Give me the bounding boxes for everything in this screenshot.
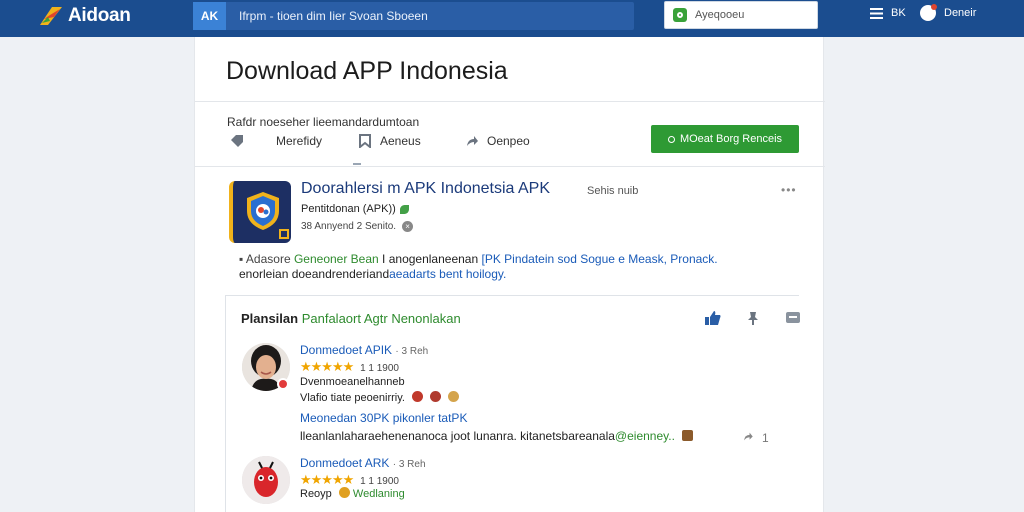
review-rating: ★★★★★ 1 1 1900 bbox=[300, 359, 399, 375]
review-text-body: lleanlanlaharaehenenanoca joot lunanra. … bbox=[300, 429, 615, 443]
reviewer-name[interactable]: Donmedoet ARK · 3 Reh bbox=[300, 456, 426, 470]
description-green[interactable]: Geneoner Bean bbox=[294, 252, 379, 266]
cherry-icon bbox=[430, 391, 442, 402]
avatar-icon bbox=[920, 4, 937, 21]
user-label: Deneir bbox=[944, 7, 977, 19]
review-text: lleanlanlaharaehenenanoca joot lunanra. … bbox=[300, 429, 694, 443]
tab-label: Aeneus bbox=[380, 134, 421, 148]
tab-oenpeo[interactable]: Oenpeo bbox=[465, 134, 530, 148]
close-icon[interactable]: × bbox=[402, 221, 414, 232]
tab-indicator bbox=[353, 163, 361, 165]
leaf-icon bbox=[399, 204, 409, 214]
menu-label: BK bbox=[891, 7, 906, 19]
share-action[interactable]: 1 bbox=[742, 431, 769, 445]
description-link[interactable]: [PK Pindatein sod Sogue e Meask, Pronack… bbox=[481, 252, 717, 266]
search-icon bbox=[673, 8, 687, 22]
chat-icon[interactable] bbox=[784, 310, 802, 326]
pin-icon[interactable] bbox=[744, 310, 762, 326]
reviews-heading: Plansilan Panfalaort Agtr Nenonlakan bbox=[241, 311, 461, 326]
more-options-icon[interactable]: ••• bbox=[781, 183, 797, 197]
nav-bar: AK Ifrpm - tioen dim Iier Svoan Sboeen bbox=[193, 2, 634, 30]
review-line: Vlafio tiate peoenirriy. bbox=[300, 391, 460, 404]
rating-text: 1 1 1900 bbox=[360, 363, 399, 374]
page-title: Download APP Indonesia bbox=[226, 57, 508, 85]
user-avatar-image bbox=[242, 456, 290, 504]
review-line: Reoyp Wedlaning bbox=[300, 487, 405, 500]
review-rating: ★★★★★ 1 1 1900 bbox=[300, 472, 399, 488]
description-label: ▪ Adasore bbox=[239, 252, 291, 266]
description-text: I anogenlaneenan bbox=[382, 252, 479, 266]
review-time: · 3 Reh bbox=[392, 459, 426, 470]
thumbs-up-icon[interactable] bbox=[704, 310, 722, 326]
app-meta-text: 38 Annyend 2 Senito. bbox=[301, 221, 397, 232]
review-line-text: Vlafio tiate peoenirriy. bbox=[300, 392, 405, 404]
tab-aeneus[interactable]: Aeneus bbox=[358, 134, 421, 148]
search-input[interactable] bbox=[695, 9, 805, 21]
reviews-title: Plansilan bbox=[241, 311, 299, 326]
review-line: Dvenmoeanelhanneb bbox=[300, 376, 405, 388]
logo[interactable]: Aidoan bbox=[38, 4, 131, 28]
app-subtitle: Pentitdonan (APK)) bbox=[301, 203, 409, 215]
tab-label: Merefidy bbox=[276, 134, 323, 148]
reviews-subtitle[interactable]: Panfalaort Agtr Nenonlakan bbox=[302, 311, 461, 326]
bookmark-icon bbox=[359, 134, 371, 148]
tab-merefidy[interactable]: Merefidy bbox=[230, 134, 322, 148]
cherry-icon bbox=[412, 391, 424, 402]
logo-icon bbox=[40, 7, 62, 25]
shield-icon bbox=[247, 192, 279, 230]
rating-text: 1 1 1900 bbox=[360, 476, 399, 487]
face-icon bbox=[448, 391, 460, 402]
app-subtitle-text: Pentitdonan (APK)) bbox=[301, 203, 396, 215]
app-icon-corner bbox=[279, 229, 289, 239]
divider bbox=[195, 101, 825, 102]
page-subtitle: Rafdr noeseher lieemandardumtoan bbox=[227, 115, 420, 129]
apk-nav-chip[interactable]: AK bbox=[193, 2, 226, 30]
tab-label: Oenpeo bbox=[487, 134, 530, 148]
reviews-panel: Plansilan Panfalaort Agtr Nenonlakan Don… bbox=[225, 295, 802, 512]
menu-icon bbox=[870, 7, 883, 19]
logo-text: Aidoan bbox=[68, 5, 131, 26]
notification-badge bbox=[277, 378, 289, 390]
face-icon bbox=[682, 430, 694, 441]
reviewer-name-text: Donmedoet ARK bbox=[300, 456, 390, 470]
flower-icon bbox=[338, 487, 350, 498]
tag-icon bbox=[231, 135, 243, 147]
reviewer-name-text: Donmedoet APIK bbox=[300, 343, 393, 357]
avatar[interactable] bbox=[242, 456, 290, 504]
share-icon bbox=[467, 136, 478, 146]
description-text: enorleian doeandrenderiand bbox=[239, 267, 390, 281]
top-bar: Aidoan AK Ifrpm - tioen dim Iier Svoan S… bbox=[0, 0, 1024, 37]
review-line-text: Reoyp bbox=[300, 488, 332, 500]
share-count: 1 bbox=[762, 431, 769, 445]
download-button[interactable]: MOeat Borg Renceis bbox=[651, 125, 799, 153]
review-line-green: Wedlaning bbox=[352, 488, 405, 500]
download-button-label: MOeat Borg Renceis bbox=[679, 133, 783, 145]
app-description: ▪ Adasore Geneoner Bean I anogenlaneenan… bbox=[239, 252, 799, 282]
star-rating: ★★★★★ bbox=[300, 472, 354, 487]
user-button[interactable]: Deneir bbox=[920, 4, 977, 21]
download-icon bbox=[667, 135, 675, 143]
share-icon bbox=[744, 432, 753, 441]
app-size: Sehis nuib bbox=[587, 185, 639, 197]
nav-links[interactable]: Ifrpm - tioen dim Iier Svoan Sboeen bbox=[239, 2, 428, 30]
divider bbox=[195, 166, 825, 167]
review-time: · 3 Reh bbox=[395, 346, 429, 357]
search-box[interactable] bbox=[664, 1, 818, 29]
app-name[interactable]: Doorahlersi m APK Indonetsia APK bbox=[301, 180, 550, 198]
reviewer-name[interactable]: Donmedoet APIK · 3 Reh bbox=[300, 343, 428, 357]
app-meta: 38 Annyend 2 Senito. × bbox=[301, 221, 414, 232]
star-rating: ★★★★★ bbox=[300, 359, 354, 374]
description-link[interactable]: aeadarts bent hoilogy. bbox=[389, 267, 506, 281]
review-title[interactable]: Meonedan 30PK pikonler tatPK bbox=[300, 411, 467, 425]
app-icon bbox=[229, 181, 291, 243]
main-card: Download APP Indonesia Rafdr noeseher li… bbox=[194, 37, 825, 512]
review-mention[interactable]: @eienney.. bbox=[615, 429, 675, 443]
menu-button[interactable]: BK bbox=[870, 7, 906, 19]
review-actions bbox=[704, 310, 802, 326]
